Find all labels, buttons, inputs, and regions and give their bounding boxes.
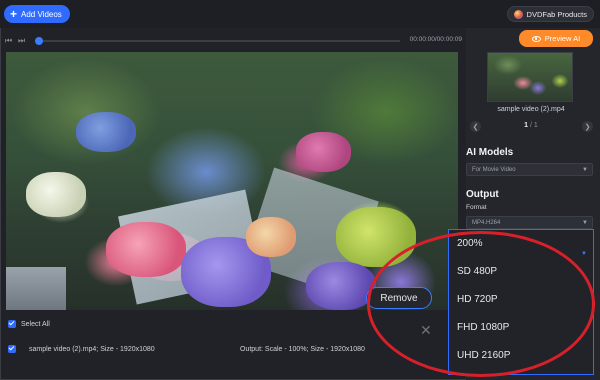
thumbnail-pager: ❮ 1 / 1 ❯ bbox=[466, 121, 596, 133]
brand-label: DVDFab Products bbox=[526, 9, 587, 19]
remove-label: Remove bbox=[380, 292, 418, 304]
preview-ai-button[interactable]: Preview AI bbox=[519, 30, 593, 47]
resolution-option[interactable]: SD 480P bbox=[457, 266, 497, 277]
chevron-right-icon[interactable]: ❯ bbox=[582, 121, 593, 132]
add-videos-label: Add Videos bbox=[21, 9, 62, 19]
chevron-down-icon: ▼ bbox=[581, 251, 587, 257]
file-name-size: sample video (2).mp4; Size - 1920x1080 bbox=[29, 345, 155, 353]
format-value: MP4.H264 bbox=[472, 219, 501, 226]
format-label: Format bbox=[466, 204, 487, 211]
select-all-row[interactable]: Select All bbox=[8, 318, 50, 330]
file-row-checkbox[interactable] bbox=[8, 345, 16, 353]
select-all-label: Select All bbox=[21, 320, 50, 328]
file-output-info: Output: Scale - 100%; Size - 1920x1080 bbox=[240, 345, 365, 353]
ai-models-heading: AI Models bbox=[466, 147, 514, 158]
select-all-checkbox[interactable] bbox=[8, 320, 16, 328]
playback-timeline: ⏮ ⏭ 00:00:00/00:00:09 bbox=[0, 30, 466, 50]
video-preview bbox=[6, 52, 458, 310]
page-counter: 1 / 1 bbox=[524, 122, 538, 129]
skip-back-icon[interactable]: ⏮ bbox=[5, 36, 12, 46]
skip-forward-icon[interactable]: ⏭ bbox=[18, 36, 25, 46]
plus-icon: + bbox=[10, 7, 18, 21]
file-row[interactable]: sample video (2).mp4; Size - 1920x1080 O… bbox=[8, 342, 458, 356]
format-select[interactable]: MP4.H264 ▼ bbox=[466, 216, 593, 229]
video-thumbnail[interactable] bbox=[487, 52, 573, 102]
eye-icon bbox=[531, 35, 541, 42]
remove-button[interactable]: Remove bbox=[366, 287, 432, 309]
resolution-selected[interactable]: 200% bbox=[457, 238, 483, 249]
preview-ai-label: Preview AI bbox=[544, 34, 581, 43]
ai-model-value: For Movie Video bbox=[472, 166, 516, 173]
chevron-down-icon: ▼ bbox=[582, 167, 588, 173]
resolution-option[interactable]: FHD 1080P bbox=[457, 322, 509, 333]
close-icon[interactable]: ✕ bbox=[420, 322, 432, 339]
resolution-dropdown[interactable]: 200% ▼ SD 480P HD 720P FHD 1080P UHD 216… bbox=[448, 229, 594, 375]
top-toolbar: + Add Videos DVDFab Products bbox=[0, 0, 600, 28]
resolution-option[interactable]: UHD 2160P bbox=[457, 350, 510, 361]
output-heading: Output bbox=[466, 189, 499, 200]
timeline-playhead[interactable] bbox=[35, 37, 43, 45]
dvdfab-products-button[interactable]: DVDFab Products bbox=[506, 6, 594, 22]
chevron-down-icon: ▼ bbox=[582, 220, 588, 226]
ai-model-select[interactable]: For Movie Video ▼ bbox=[466, 163, 593, 176]
resolution-option[interactable]: HD 720P bbox=[457, 294, 498, 305]
timeline-track[interactable] bbox=[36, 40, 400, 42]
thumbnail-filename: sample video (2).mp4 bbox=[497, 106, 565, 113]
add-videos-button[interactable]: + Add Videos bbox=[4, 5, 70, 23]
dvdfab-logo-icon bbox=[513, 9, 523, 19]
time-display: 00:00:00/00:00:09 bbox=[409, 36, 462, 43]
